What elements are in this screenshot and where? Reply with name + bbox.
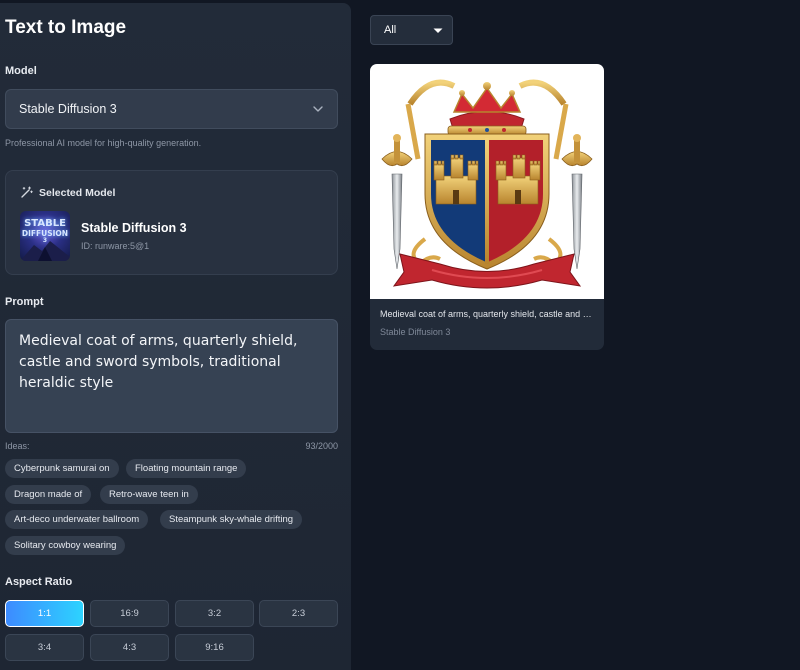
selected-model-id: ID: runware:5@1 [81,241,150,251]
generator-panel: Text to Image Model Stable Diffusion 3 P… [0,3,351,670]
aspect-ratio-1-1-button[interactable]: 1:1 [5,600,84,627]
model-description: Professional AI model for high-quality g… [5,138,202,148]
gallery-filter-select[interactable]: All [370,15,453,45]
chevron-down-icon [313,106,323,112]
model-select-value: Stable Diffusion 3 [19,102,117,116]
idea-chip[interactable]: Dragon made of [5,485,92,504]
aspect-ratio-16-9-button[interactable]: 16:9 [90,600,169,627]
idea-chip[interactable]: Floating mountain range [126,459,247,478]
aspect-ratio-3-2-button[interactable]: 3:2 [175,600,254,627]
page-title: Text to Image [5,17,127,38]
prompt-input[interactable]: Medieval coat of arms, quarterly shield,… [5,319,338,433]
aspect-ratio-label: Aspect Ratio [5,576,73,588]
prompt-char-count: 93/2000 [305,441,338,451]
aspect-ratio-9-16-button[interactable]: 9:16 [175,634,254,661]
selected-model-card: Selected Model STABLE DIFFUSION 3 Stable… [5,170,338,275]
prompt-label: Prompt [5,296,44,308]
thumb-logo-line1: STABLE [24,218,66,229]
model-select[interactable]: Stable Diffusion 3 [5,89,338,129]
idea-chip[interactable]: Solitary cowboy wearing [5,536,126,555]
image-card-caption: Medieval coat of arms, quarterly shield,… [380,309,596,319]
aspect-ratio-4-3-button[interactable]: 4:3 [90,634,169,661]
model-label: Model [5,65,37,77]
image-card-model: Stable Diffusion 3 [380,327,451,337]
aspect-ratio-3-4-button[interactable]: 3:4 [5,634,84,661]
idea-chip[interactable]: Cyberpunk samurai on [5,459,119,478]
thumb-logo-line3: 3 [42,237,48,244]
chevron-down-icon [433,28,443,33]
idea-chip[interactable]: Retro-wave teen in [100,485,198,504]
ideas-label: Ideas: [5,441,30,451]
aspect-ratio-2-3-button[interactable]: 2:3 [259,600,338,627]
selected-model-name: Stable Diffusion 3 [81,221,187,235]
model-thumbnail: STABLE DIFFUSION 3 [20,211,70,261]
selected-model-heading: Selected Model [20,186,115,199]
idea-chip[interactable]: Steampunk sky-whale drifting [160,510,303,529]
gallery-image-card[interactable]: Medieval coat of arms, quarterly shield,… [370,64,604,350]
coat-of-arms-image [381,79,593,289]
generated-image[interactable] [370,64,604,299]
idea-chip[interactable]: Art-deco underwater ballroom [5,510,149,529]
magic-wand-icon [21,186,33,198]
gallery-filter-value: All [384,24,397,36]
